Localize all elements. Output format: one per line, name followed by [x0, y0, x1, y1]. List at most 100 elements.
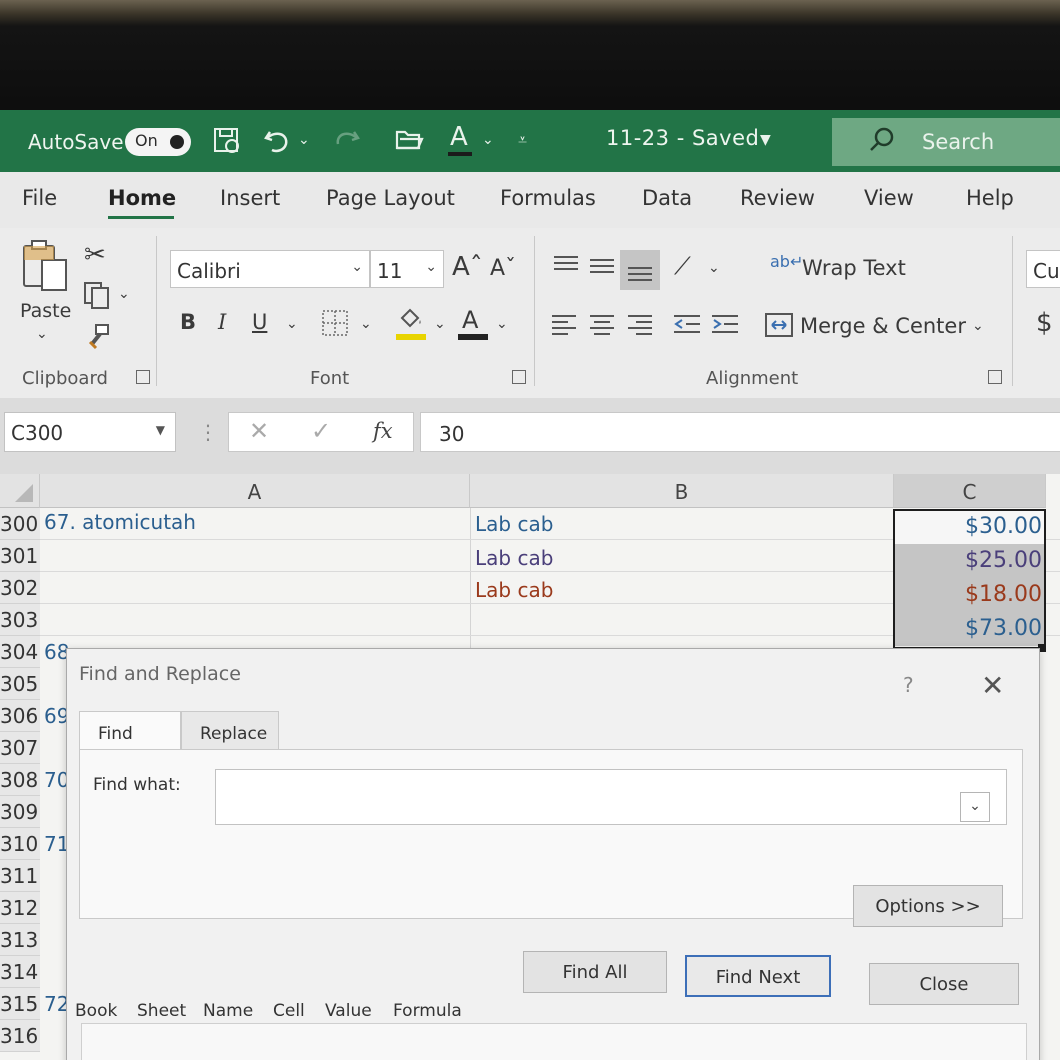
column-header-a[interactable]: A [40, 474, 470, 508]
chevron-down-icon[interactable]: ⌄ [960, 792, 990, 822]
row-header[interactable]: 314 [0, 956, 40, 988]
results-list[interactable] [81, 1023, 1027, 1060]
save-icon[interactable] [212, 126, 242, 162]
column-header-b[interactable]: B [470, 474, 894, 508]
underline-dropdown-icon[interactable]: ⌄ [286, 316, 298, 332]
font-color-qat-icon[interactable]: A [448, 122, 472, 156]
tab-replace[interactable]: Replace [181, 711, 279, 751]
cell-b301[interactable]: Lab cab [475, 546, 553, 570]
bold-button[interactable]: B [180, 310, 196, 334]
row-header[interactable]: 306 [0, 700, 40, 732]
merge-center-icon[interactable] [764, 312, 794, 343]
name-box[interactable]: C300 ▼ [4, 412, 176, 452]
enter-icon[interactable]: ✓ [311, 417, 331, 445]
find-what-input[interactable]: ⌄ [215, 769, 1007, 825]
undo-icon[interactable] [262, 126, 294, 162]
font-name-combo[interactable]: Calibri ⌄ [170, 250, 370, 288]
autosave-toggle[interactable]: On [125, 128, 191, 156]
drag-handle-icon[interactable]: ⋮ [198, 420, 218, 444]
paste-icon[interactable] [20, 238, 72, 299]
cell-a300[interactable]: 67. atomicutah [44, 510, 196, 534]
find-all-button[interactable]: Find All [523, 951, 667, 993]
results-col-book[interactable]: Book [75, 1001, 117, 1021]
column-header-c[interactable]: C [894, 474, 1046, 508]
align-center-icon[interactable] [588, 312, 616, 341]
italic-button[interactable]: I [218, 310, 226, 334]
row-header[interactable]: 301 [0, 540, 40, 572]
options-button[interactable]: Options >> [853, 885, 1003, 927]
row-header[interactable]: 307 [0, 732, 40, 764]
accounting-format-button[interactable]: $ [1036, 308, 1053, 338]
row-header[interactable]: 313 [0, 924, 40, 956]
tab-formulas[interactable]: Formulas [500, 186, 596, 210]
redo-icon[interactable] [330, 126, 362, 162]
wrap-text-icon[interactable]: ab↵ [770, 252, 803, 271]
results-col-cell[interactable]: Cell [273, 1001, 305, 1021]
row-header[interactable]: 316 [0, 1020, 40, 1052]
row-header[interactable]: 311 [0, 860, 40, 892]
tab-find[interactable]: Find [79, 711, 181, 751]
decrease-font-size-icon[interactable]: Aˇ [490, 256, 516, 281]
alignment-launcher-icon[interactable] [988, 370, 1002, 384]
row-header[interactable]: 312 [0, 892, 40, 924]
results-col-name[interactable]: Name [203, 1001, 253, 1021]
copy-icon[interactable] [82, 280, 112, 315]
font-color-qat-dropdown-icon[interactable]: ⌄ [482, 132, 494, 148]
undo-dropdown-icon[interactable]: ⌄ [298, 132, 310, 148]
increase-font-size-icon[interactable]: Aˆ [452, 252, 483, 282]
middle-align-icon[interactable] [588, 254, 616, 283]
font-color-dropdown-icon[interactable]: ⌄ [496, 316, 508, 332]
row-header[interactable]: 300 [0, 508, 40, 540]
underline-button[interactable]: U [252, 310, 267, 334]
paste-dropdown-icon[interactable]: ⌄ [36, 326, 48, 342]
row-header[interactable]: 315 [0, 988, 40, 1020]
tab-help[interactable]: Help [966, 186, 1014, 210]
cell-b302[interactable]: Lab cab [475, 578, 553, 602]
align-left-icon[interactable] [550, 312, 578, 341]
tab-data[interactable]: Data [642, 186, 692, 210]
align-right-icon[interactable] [626, 312, 654, 341]
row-header[interactable]: 305 [0, 668, 40, 700]
row-header[interactable]: 308 [0, 764, 40, 796]
find-next-button[interactable]: Find Next [685, 955, 831, 997]
tab-page-layout[interactable]: Page Layout [326, 186, 455, 210]
select-all-corner[interactable] [0, 474, 40, 508]
merge-center-button[interactable]: Merge & Center [800, 314, 966, 338]
tab-review[interactable]: Review [740, 186, 815, 210]
orientation-icon[interactable]: ⟋ [674, 252, 691, 280]
orientation-dropdown-icon[interactable]: ⌄ [708, 260, 720, 276]
borders-dropdown-icon[interactable]: ⌄ [360, 316, 372, 332]
tab-insert[interactable]: Insert [220, 186, 280, 210]
document-title[interactable]: 11-23 - Saved [606, 126, 759, 150]
insert-function-icon[interactable]: fx [373, 419, 393, 443]
row-header[interactable]: 304 [0, 636, 40, 668]
row-header[interactable]: 303 [0, 604, 40, 636]
tab-file[interactable]: File [22, 186, 57, 210]
top-align-icon[interactable] [552, 254, 580, 283]
number-format-combo[interactable]: Cu [1026, 250, 1060, 288]
tab-view[interactable]: View [864, 186, 914, 210]
customize-qat-icon[interactable]: ⩡ [518, 130, 527, 150]
title-dropdown-icon[interactable]: ▼ [760, 132, 771, 148]
fill-color-dropdown-icon[interactable]: ⌄ [434, 316, 446, 332]
row-header[interactable]: 302 [0, 572, 40, 604]
borders-icon[interactable] [320, 308, 350, 343]
close-icon[interactable]: ✕ [981, 669, 1004, 702]
merge-center-dropdown-icon[interactable]: ⌄ [972, 318, 984, 334]
results-col-sheet[interactable]: Sheet [137, 1001, 186, 1021]
search-box[interactable]: Search [832, 118, 1060, 166]
results-col-formula[interactable]: Formula [393, 1001, 462, 1021]
increase-indent-icon[interactable] [710, 312, 740, 341]
results-col-value[interactable]: Value [325, 1001, 372, 1021]
cancel-icon[interactable]: ✕ [249, 417, 269, 445]
format-painter-icon[interactable] [84, 322, 112, 355]
tab-home[interactable]: Home [108, 186, 176, 210]
open-folder-icon[interactable] [394, 126, 424, 160]
row-header[interactable]: 309 [0, 796, 40, 828]
copy-dropdown-icon[interactable]: ⌄ [118, 286, 130, 302]
cut-icon[interactable]: ✂ [84, 240, 106, 270]
font-color-button[interactable]: A [462, 306, 478, 334]
formula-input[interactable]: 30 [420, 412, 1060, 452]
help-icon[interactable]: ? [903, 673, 914, 697]
row-header[interactable]: 310 [0, 828, 40, 860]
